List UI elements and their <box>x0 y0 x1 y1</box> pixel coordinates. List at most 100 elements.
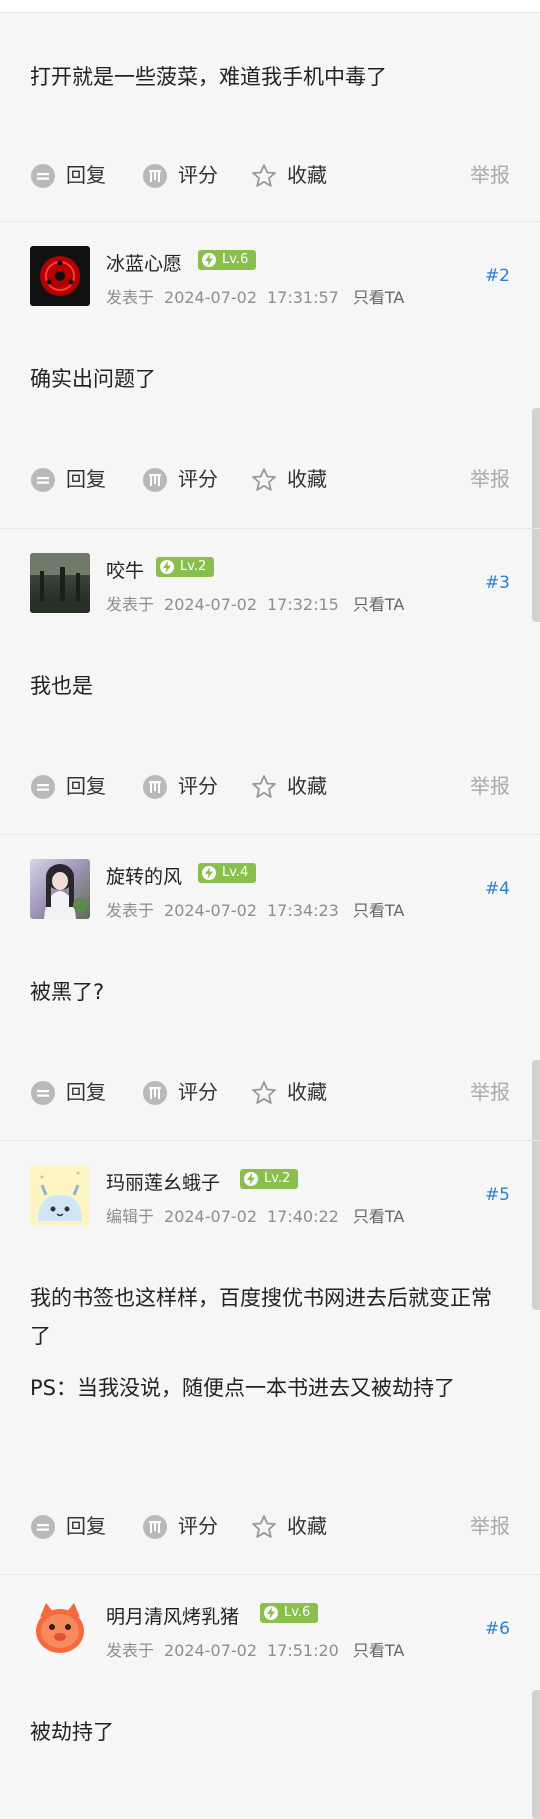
star-icon <box>252 164 276 187</box>
avatar[interactable] <box>30 553 90 613</box>
reply-icon <box>31 468 55 492</box>
rate-icon <box>143 164 167 188</box>
rate-button[interactable]: 评分 <box>142 1077 218 1107</box>
favorite-label: 收藏 <box>287 1514 327 1538</box>
post-header: 旋转的风 Lv.4 发表于 2024-07-02 17:34:23 只看TA #4 <box>30 859 510 921</box>
rate-icon <box>143 1515 167 1539</box>
post-content: 被黑了? <box>30 973 510 1025</box>
level-badge: Lv.4 <box>198 863 257 883</box>
report-link[interactable]: 举报 <box>470 160 510 190</box>
post-content: 被劫持了 <box>30 1713 510 1765</box>
only-ta-link[interactable]: 只看TA <box>353 901 404 920</box>
reply-icon <box>31 1081 55 1105</box>
post-meta: 发表于 2024-07-02 17:34:23 只看TA <box>106 897 414 921</box>
rate-button[interactable]: 评分 <box>142 464 218 494</box>
level-badge: Lv.6 <box>260 1603 319 1623</box>
reply-button[interactable]: 回复 <box>30 1077 106 1107</box>
floor-number[interactable]: #4 <box>485 879 510 899</box>
avatar-image <box>36 1603 84 1653</box>
floor-number[interactable]: #6 <box>485 1619 510 1639</box>
post-time: 17:51:20 <box>267 1641 339 1660</box>
favorite-button[interactable]: 收藏 <box>251 1077 327 1107</box>
rate-label: 评分 <box>178 1080 218 1104</box>
reply-icon <box>31 775 55 799</box>
bolt-icon <box>244 1172 258 1186</box>
only-ta-link[interactable]: 只看TA <box>353 1207 404 1226</box>
favorite-button[interactable]: 收藏 <box>251 160 327 190</box>
only-ta-link[interactable]: 只看TA <box>353 1641 404 1660</box>
post-4: 旋转的风 Lv.4 发表于 2024-07-02 17:34:23 只看TA #4 被… <box>0 835 540 1141</box>
bolt-icon <box>202 866 216 880</box>
post-date: 2024-07-02 <box>164 288 257 307</box>
favorite-label: 收藏 <box>287 467 327 491</box>
avatar-image <box>38 1171 82 1221</box>
reply-label: 回复 <box>66 774 106 798</box>
username[interactable]: 冰蓝心愿 <box>106 249 182 276</box>
reply-icon <box>31 164 55 188</box>
floor-number[interactable]: #2 <box>485 266 510 286</box>
username[interactable]: 旋转的风 <box>106 862 182 889</box>
only-ta-link[interactable]: 只看TA <box>353 595 404 614</box>
post-actions: 回复 评分 收藏 举报 <box>30 160 510 190</box>
reply-button[interactable]: 回复 <box>30 771 106 801</box>
post-time: 17:34:23 <box>267 901 339 920</box>
avatar-image <box>30 553 90 613</box>
rate-label: 评分 <box>178 774 218 798</box>
post-date: 2024-07-02 <box>164 1641 257 1660</box>
post-date: 2024-07-02 <box>164 1207 257 1226</box>
report-link[interactable]: 举报 <box>470 1077 510 1107</box>
reply-icon <box>31 1515 55 1539</box>
post-actions: 回复 评分 收藏 举报 <box>30 464 510 494</box>
post-6: 明月清风烤乳猪 Lv.6 发表于 2024-07-02 17:51:20 只看TA #… <box>0 1575 540 1819</box>
username[interactable]: 咬牛 <box>106 556 144 583</box>
post-content: 打开就是一些菠菜，难道我手机中毒了 <box>30 58 510 110</box>
post-3: 咬牛 Lv.2 发表于 2024-07-02 17:32:15 只看TA #3 我也是… <box>0 529 540 835</box>
avatar-image <box>44 864 87 919</box>
level-badge: Lv.2 <box>156 557 215 577</box>
avatar[interactable] <box>30 1165 90 1225</box>
level-badge: Lv.6 <box>198 250 257 270</box>
post-text: 打开就是一些菠菜，难道我手机中毒了 <box>30 65 387 89</box>
username[interactable]: 明月清风烤乳猪 <box>106 1602 239 1629</box>
post-header: 咬牛 Lv.2 发表于 2024-07-02 17:32:15 只看TA #3 <box>30 553 510 615</box>
post-date: 2024-07-02 <box>164 901 257 920</box>
reply-button[interactable]: 回复 <box>30 160 106 190</box>
rate-button[interactable]: 评分 <box>142 160 218 190</box>
avatar[interactable] <box>30 859 90 919</box>
post-header: 玛丽莲幺蛾子 Lv.2 编辑于 2024-07-02 17:40:22 只看TA #5 <box>30 1165 510 1226</box>
post-text: 确实出问题了 <box>30 367 156 391</box>
post-meta: 发表于 2024-07-02 17:51:20 只看TA <box>106 1637 414 1661</box>
post-2: 冰蓝心愿 Lv.6 发表于 2024-07-02 17:31:57 只看TA #2 确… <box>0 222 540 529</box>
rate-label: 评分 <box>178 467 218 491</box>
favorite-button[interactable]: 收藏 <box>251 771 327 801</box>
meta-label: 发表于 <box>106 595 155 614</box>
floor-number[interactable]: #5 <box>485 1185 510 1205</box>
post-header: 明月清风烤乳猪 Lv.6 发表于 2024-07-02 17:51:20 只看TA #… <box>30 1599 510 1661</box>
avatar[interactable] <box>30 1599 90 1659</box>
post-time: 17:32:15 <box>267 595 339 614</box>
avatar[interactable] <box>30 246 90 306</box>
rate-label: 评分 <box>178 1514 218 1538</box>
reply-label: 回复 <box>66 467 106 491</box>
only-ta-link[interactable]: 只看TA <box>353 288 404 307</box>
favorite-button[interactable]: 收藏 <box>251 1511 327 1541</box>
post-content: 确实出问题了 <box>30 360 510 412</box>
post-meta: 发表于 2024-07-02 17:32:15 只看TA <box>106 591 414 615</box>
bolt-icon <box>264 1606 278 1620</box>
report-link[interactable]: 举报 <box>470 464 510 494</box>
level-badge: Lv.2 <box>240 1169 299 1189</box>
report-link[interactable]: 举报 <box>470 771 510 801</box>
rate-button[interactable]: 评分 <box>142 1511 218 1541</box>
post-actions: 回复 评分 收藏 举报 <box>30 1077 510 1107</box>
username[interactable]: 玛丽莲幺蛾子 <box>106 1168 220 1195</box>
bolt-icon <box>202 253 216 267</box>
report-link[interactable]: 举报 <box>470 1511 510 1541</box>
reply-button[interactable]: 回复 <box>30 464 106 494</box>
star-icon <box>252 1515 276 1538</box>
favorite-button[interactable]: 收藏 <box>251 464 327 494</box>
rate-button[interactable]: 评分 <box>142 771 218 801</box>
reply-label: 回复 <box>66 163 106 187</box>
rate-icon <box>143 775 167 799</box>
floor-number[interactable]: #3 <box>485 573 510 593</box>
reply-button[interactable]: 回复 <box>30 1511 106 1541</box>
